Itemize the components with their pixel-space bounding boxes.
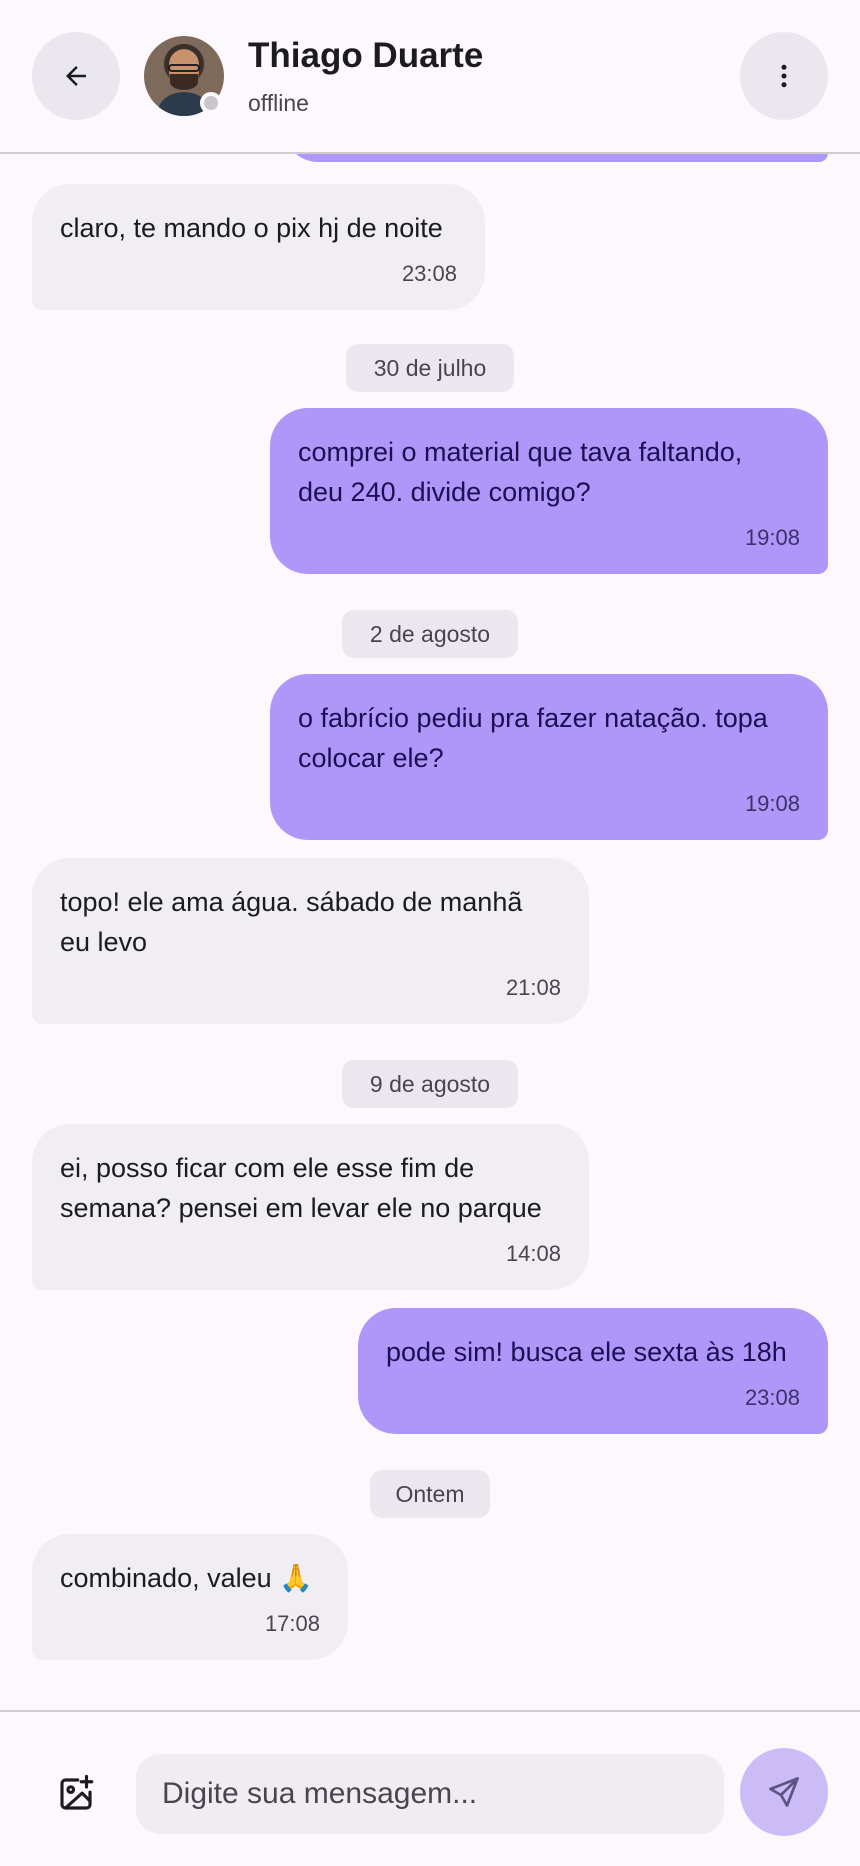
message-text: pode sim! busca ele sexta às 18h [386,1337,787,1367]
message-bubble-incoming[interactable]: claro, te mando o pix hj de noite 23:08 [32,184,485,310]
message-text: combinado, valeu 🙏 [60,1563,313,1593]
more-options-button[interactable] [740,32,828,120]
message-time: 23:08 [401,261,457,286]
arrow-left-icon [66,66,86,86]
message-text: o fabrício pediu pra fazer natação. topa… [298,703,768,773]
date-chip: 9 de agosto [342,1060,518,1108]
date-chip: 2 de agosto [342,610,518,658]
more-vert-icon [781,64,787,88]
message-text: claro, te mando o pix hj de noite [60,213,443,243]
date-chip: Ontem [370,1470,490,1518]
message-time: 17:08 [264,1611,320,1636]
message-time: 19:08 [744,525,800,550]
message-bubble-outgoing[interactable]: comprei o material que tava faltando, de… [270,408,828,574]
contact-name[interactable]: Thiago Duarte [248,36,483,76]
message-list[interactable]: claro, te mando o pix hj de noite 23:08 … [0,154,860,1710]
message-text: comprei o material que tava faltando, de… [298,437,743,507]
attach-image-button[interactable] [42,1754,110,1834]
message-time: 19:08 [744,791,800,816]
message-input[interactable]: Digite sua mensagem... [136,1754,724,1834]
send-button[interactable] [740,1748,828,1836]
composer-bar: Digite sua mensagem... [0,1710,860,1866]
presence-dot [200,92,222,114]
add-photo-icon [60,1774,94,1810]
message-bubble-outgoing[interactable]: pode sim! busca ele sexta às 18h 23:08 [358,1308,828,1434]
message-time: 21:08 [505,975,561,1000]
message-time: 14:08 [505,1241,561,1266]
send-icon [769,1777,799,1807]
message-bubble-incoming[interactable]: topo! ele ama água. sábado de manhã eu l… [32,858,589,1024]
back-button[interactable] [32,32,120,120]
message-bubble-outgoing[interactable]: o fabrício pediu pra fazer natação. topa… [270,674,828,840]
message-text: ei, posso ficar com ele esse fim de sema… [60,1153,542,1223]
message-text: topo! ele ama água. sábado de manhã eu l… [60,887,523,957]
message-bubble-incoming[interactable]: combinado, valeu 🙏 17:08 [32,1534,348,1660]
message-bubble-incoming[interactable]: ei, posso ficar com ele esse fim de sema… [32,1124,589,1290]
message-time: 23:08 [744,1385,800,1410]
chat-header: Thiago Duarte offline [0,0,860,154]
presence-status: offline [248,90,309,116]
message-bubble-outgoing[interactable] [284,154,828,162]
date-chip: 30 de julho [346,344,514,392]
